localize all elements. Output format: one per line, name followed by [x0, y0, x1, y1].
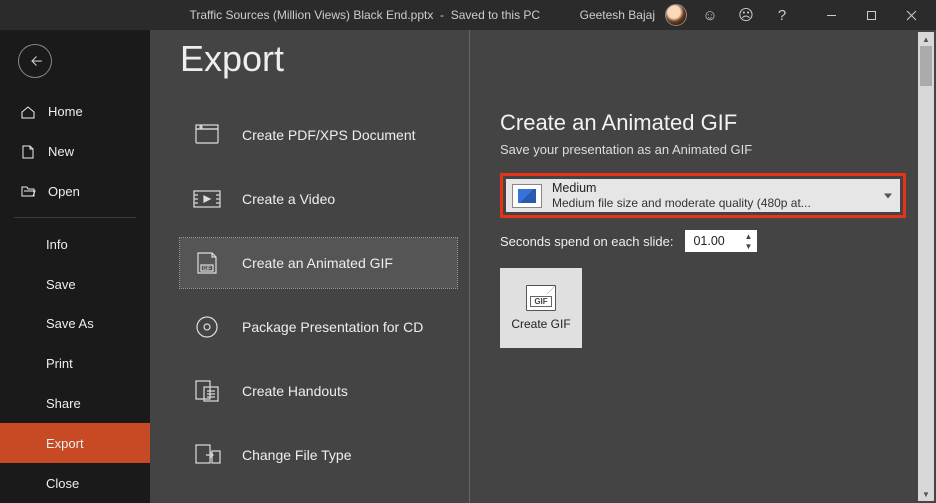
export-option-handouts[interactable]: Create Handouts — [180, 366, 457, 416]
video-icon — [190, 184, 224, 214]
sidebar-item-save-as[interactable]: Save As — [0, 304, 150, 344]
sidebar: Home New Open Info Save Save As Print Sh… — [0, 30, 150, 503]
filetype-icon — [190, 440, 224, 470]
quality-thumb-icon — [512, 184, 542, 208]
maximize-button[interactable] — [851, 0, 891, 30]
help-icon[interactable]: ? — [769, 2, 795, 28]
gif-icon: GIF — [190, 248, 224, 278]
close-button[interactable] — [891, 0, 931, 30]
handouts-icon — [190, 376, 224, 406]
scroll-up-icon[interactable]: ▲ — [918, 32, 934, 46]
quality-description: Medium file size and moderate quality (4… — [552, 196, 812, 210]
create-gif-button[interactable]: Create GIF — [500, 268, 582, 348]
sidebar-item-info[interactable]: Info — [0, 224, 150, 264]
gif-file-icon — [526, 285, 556, 311]
sidebar-item-export[interactable]: Export — [0, 423, 150, 463]
sidebar-item-close[interactable]: Close — [0, 463, 150, 503]
sidebar-item-print[interactable]: Print — [0, 344, 150, 384]
minimize-button[interactable] — [811, 0, 851, 30]
seconds-spinner[interactable]: 01.00 ▲ ▼ — [685, 230, 757, 252]
vertical-scrollbar[interactable]: ▲ ▼ — [918, 32, 934, 501]
spinner-down-icon[interactable]: ▼ — [741, 241, 755, 251]
sidebar-item-share[interactable]: Share — [0, 384, 150, 424]
window-title: Traffic Sources (Million Views) Black En… — [0, 8, 580, 22]
quality-highlight: Medium Medium file size and moderate qua… — [500, 173, 906, 218]
scrollbar-thumb[interactable] — [920, 46, 932, 86]
avatar[interactable] — [665, 4, 687, 26]
feedback-happy-icon[interactable]: ☺ — [697, 2, 723, 28]
export-option-video[interactable]: Create a Video — [180, 174, 457, 224]
seconds-value: 01.00 — [693, 234, 724, 248]
cd-icon — [190, 312, 224, 342]
export-option-cd[interactable]: Package Presentation for CD — [180, 302, 457, 352]
spinner-up-icon[interactable]: ▲ — [741, 231, 755, 241]
feedback-sad-icon[interactable]: ☹ — [733, 2, 759, 28]
svg-text:GIF: GIF — [203, 266, 211, 272]
open-icon — [20, 183, 36, 199]
sidebar-item-save[interactable]: Save — [0, 264, 150, 304]
seconds-label: Seconds spend on each slide: — [500, 234, 673, 249]
divider — [14, 217, 136, 218]
sidebar-item-new[interactable]: New — [0, 132, 150, 172]
panel-title: Create an Animated GIF — [500, 110, 906, 136]
export-option-gif[interactable]: GIF Create an Animated GIF — [180, 238, 457, 288]
quality-label: Medium — [552, 181, 876, 196]
sidebar-item-open[interactable]: Open — [0, 171, 150, 211]
new-icon — [20, 144, 36, 160]
pdf-icon — [190, 120, 224, 150]
user-name[interactable]: Geetesh Bajaj — [580, 8, 655, 22]
back-button[interactable] — [18, 44, 52, 78]
chevron-down-icon — [884, 193, 892, 198]
home-icon — [20, 104, 36, 120]
sidebar-item-home[interactable]: Home — [0, 92, 150, 132]
export-option-pdf[interactable]: Create PDF/XPS Document — [180, 110, 457, 160]
panel-subtitle: Save your presentation as an Animated GI… — [500, 142, 906, 157]
quality-dropdown[interactable]: Medium Medium file size and moderate qua… — [506, 179, 900, 212]
export-option-filetype[interactable]: Change File Type — [180, 430, 457, 480]
scroll-down-icon[interactable]: ▼ — [918, 487, 934, 501]
page-title: Export — [180, 38, 284, 80]
